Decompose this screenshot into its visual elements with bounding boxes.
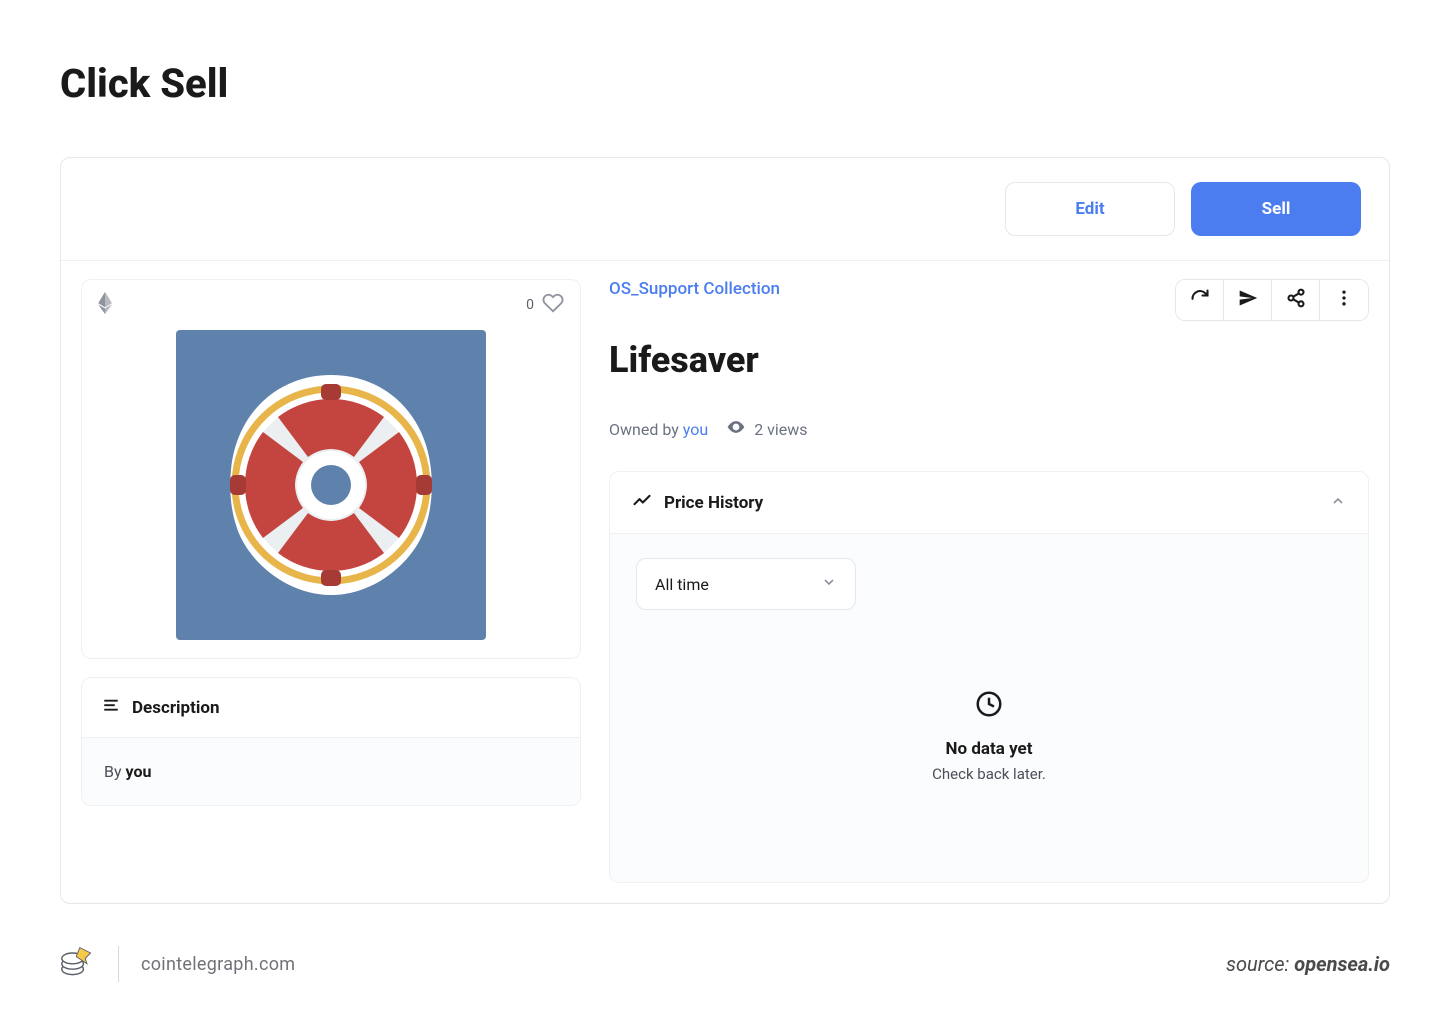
description-title: Description [132,698,219,718]
kebab-icon [1334,288,1354,312]
source-value: opensea.io [1294,952,1390,976]
send-icon [1238,288,1258,312]
list-icon [102,696,120,719]
timeframe-dropdown[interactable]: All time [636,558,856,610]
refresh-icon [1190,288,1210,312]
price-history-empty-state: No data yet Check back later. [636,620,1342,852]
footer-left: cointelegraph.com [60,944,295,984]
nft-title: Lifesaver [609,339,1369,381]
owner-row: Owned by you 2 views [609,417,1369,441]
chevron-down-icon [821,574,837,594]
content-area: 0 [61,261,1389,903]
left-column: 0 [81,279,581,883]
trend-icon [632,490,652,515]
footer-brand-text: cointelegraph.com [141,954,295,975]
page-footer: cointelegraph.com source: opensea.io [60,944,1390,984]
page-heading: Click Sell [60,60,1390,107]
footer-divider [118,946,119,982]
top-toolbar: Edit Sell [61,158,1389,261]
source-prefix: source: [1226,952,1294,976]
refresh-button[interactable] [1176,280,1224,320]
eye-icon [726,417,746,441]
price-history-title: Price History [664,493,763,513]
right-column-header: OS_Support Collection [609,279,1369,321]
transfer-button[interactable] [1224,280,1272,320]
cointelegraph-logo-icon [60,944,96,984]
footer-source: source: opensea.io [1226,952,1390,976]
favorites-group[interactable]: 0 [526,292,564,318]
empty-title: No data yet [946,739,1033,759]
price-history-card: Price History All time [609,471,1369,883]
views-group: 2 views [726,417,807,441]
by-prefix: By [104,762,126,781]
ethereum-icon [98,292,112,318]
more-button[interactable] [1320,280,1368,320]
views-count: 2 views [754,420,807,439]
owner-link[interactable]: you [683,420,708,439]
dropdown-selected-label: All time [655,575,709,594]
clock-icon [974,689,1004,723]
app-frame: Edit Sell 0 [60,157,1390,904]
description-card: Description By you [81,677,581,806]
chevron-up-icon [1330,493,1346,513]
sell-button[interactable]: Sell [1191,182,1361,236]
media-card-header: 0 [82,280,580,330]
price-history-body: All time No data yet Check back later. [610,534,1368,882]
share-icon [1286,288,1306,312]
action-icon-bar [1175,279,1369,321]
price-history-header[interactable]: Price History [610,472,1368,534]
nft-media-card: 0 [81,279,581,659]
description-body: By you [82,738,580,805]
description-header[interactable]: Description [82,678,580,738]
by-author: you [126,762,152,781]
right-column: OS_Support Collection [609,279,1369,883]
edit-button[interactable]: Edit [1005,182,1175,236]
owned-by-text: Owned by you [609,420,708,439]
favorites-count: 0 [526,297,534,313]
media-body [82,330,580,658]
heart-icon [542,292,564,318]
empty-subtitle: Check back later. [932,765,1046,783]
share-button[interactable] [1272,280,1320,320]
collection-link[interactable]: OS_Support Collection [609,279,780,299]
nft-image[interactable] [176,330,486,640]
